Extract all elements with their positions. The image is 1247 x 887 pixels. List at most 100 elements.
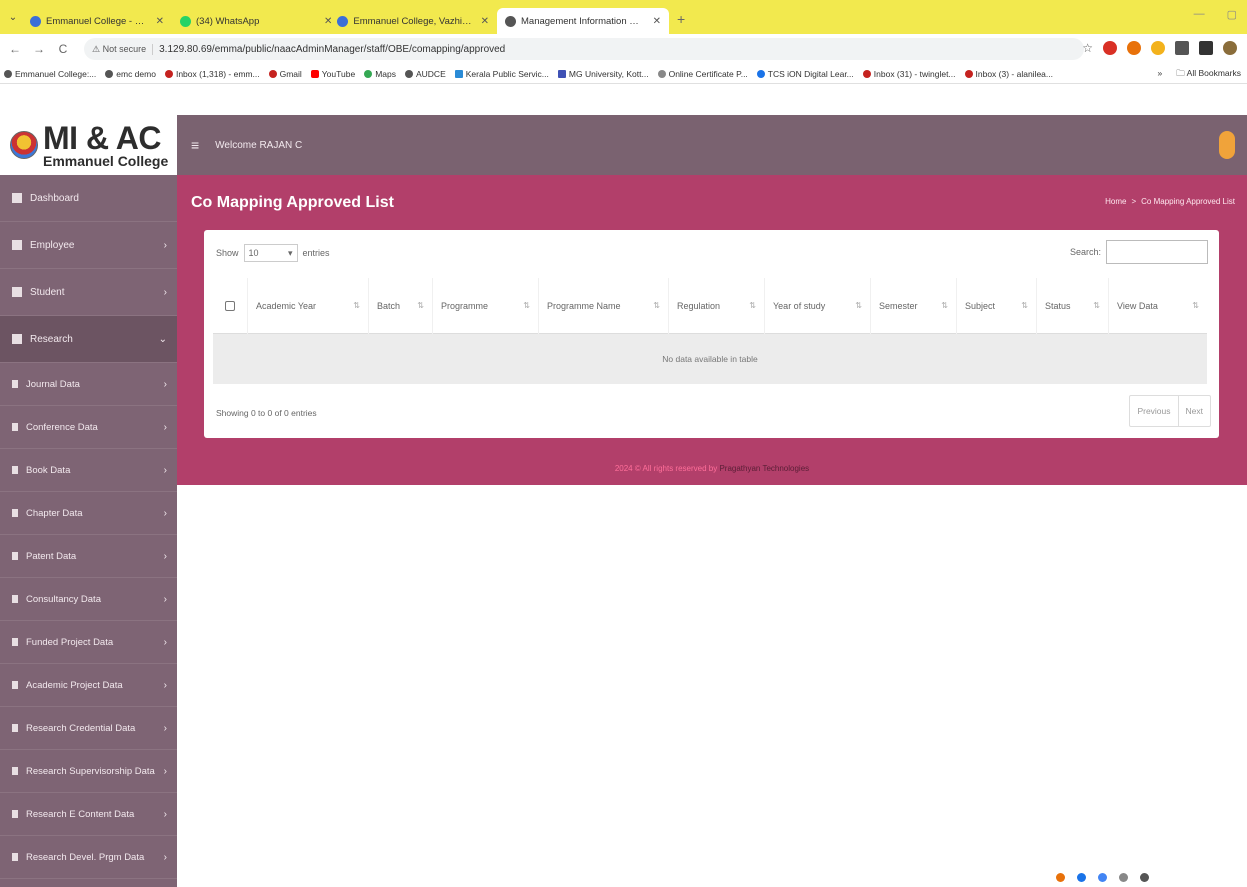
select-all-header[interactable] — [213, 277, 248, 334]
browser-tab[interactable]: (34) WhatsApp — [172, 8, 312, 34]
search-input[interactable] — [1106, 240, 1208, 264]
tab-label: Management Information and — [521, 15, 644, 27]
menu-toggle-icon[interactable]: ≡ — [191, 137, 199, 153]
bookmark-item[interactable]: Gmail — [268, 69, 302, 79]
previous-page-button[interactable]: Previous — [1130, 396, 1177, 426]
column-header-programme[interactable]: Programme ⇅ — [433, 277, 539, 334]
chevron-right-icon: › — [163, 378, 167, 390]
window-controls: — ▢ — [1194, 8, 1237, 21]
sidebar-item-research[interactable]: Research ⌄ — [0, 316, 177, 363]
top-navbar: ≡ Welcome RAJAN C — [177, 115, 1247, 175]
sidebar-subitem-funded-project[interactable]: Funded Project Data › — [0, 621, 177, 664]
not-secure-badge[interactable]: ⚠ Not secure — [92, 43, 154, 55]
bookmark-item[interactable]: YouTube — [310, 69, 355, 79]
sidebar-item-dashboard[interactable]: Dashboard — [0, 175, 177, 222]
column-label: Programme — [441, 300, 489, 311]
entries-length-select[interactable]: 10 ▾ — [243, 244, 298, 262]
tab-label: Emmanuel College - College M — [46, 15, 147, 27]
sidebar-subitem-label: Chapter Data — [26, 507, 83, 519]
column-header-status[interactable]: Status ⇅ — [1037, 277, 1109, 334]
widget-icon[interactable] — [1098, 873, 1107, 882]
widget-icon[interactable] — [1056, 873, 1065, 882]
select-all-checkbox[interactable] — [225, 300, 235, 311]
sidepanel-icon[interactable] — [1199, 41, 1213, 55]
star-icon[interactable]: ☆ — [1082, 41, 1093, 55]
browser-tab[interactable]: ✕ Emmanuel College, Vazhichal ✕ — [312, 8, 497, 34]
forward-arrow-icon[interactable]: → — [32, 42, 46, 56]
sidebar-subitem-research-supervisorship[interactable]: Research Supervisorship Data › — [0, 750, 177, 793]
column-label: Programme Name — [547, 300, 621, 311]
widget-icon[interactable] — [1077, 873, 1086, 882]
list-icon — [12, 334, 22, 344]
sidebar-subitem-research-devel-prgm[interactable]: Research Devel. Prgm Data › — [0, 836, 177, 879]
bookmark-item[interactable]: emc demo — [105, 69, 156, 79]
bookmark-item[interactable]: Inbox (1,318) - emm... — [164, 69, 260, 79]
column-header-batch[interactable]: Batch ⇅ — [369, 277, 433, 334]
extension-icon[interactable] — [1127, 41, 1141, 55]
sidebar-item-employee[interactable]: Employee › — [0, 222, 177, 269]
column-header-semester[interactable]: Semester ⇅ — [871, 277, 957, 334]
breadcrumb-home-link[interactable]: Home — [1105, 197, 1126, 206]
chevron-right-icon: › — [163, 679, 167, 691]
sidebar-subitem-patent[interactable]: Patent Data › — [0, 535, 177, 578]
all-bookmarks-button[interactable]: 🗀 All Bookmarks — [1176, 68, 1241, 82]
bookmark-item[interactable]: Maps — [364, 69, 396, 79]
column-header-subject[interactable]: Subject ⇅ — [957, 277, 1037, 334]
sort-icon: ⇅ — [941, 301, 948, 310]
sidebar-item-student[interactable]: Student › — [0, 269, 177, 316]
sidebar-subitem-academic-project[interactable]: Academic Project Data › — [0, 664, 177, 707]
bookmark-item[interactable]: MG University, Kott... — [557, 69, 649, 79]
close-icon[interactable]: ✕ — [481, 16, 489, 27]
tab-label: Emmanuel College, Vazhichal — [353, 15, 472, 27]
column-header-year-of-study[interactable]: Year of study ⇅ — [765, 277, 871, 334]
widget-icon[interactable] — [1140, 873, 1149, 882]
reload-icon[interactable]: C — [56, 42, 70, 56]
footer-company-link[interactable]: Pragathyan Technologies — [719, 464, 809, 473]
new-tab-button[interactable]: + — [677, 11, 685, 27]
column-header-regulation[interactable]: Regulation ⇅ — [669, 277, 765, 334]
column-header-view-data[interactable]: View Data ⇅ — [1109, 278, 1207, 334]
browser-tab[interactable]: Emmanuel College - College M ✕ — [22, 8, 172, 34]
sidebar-subitem-book[interactable]: Book Data › — [0, 449, 177, 492]
sidebar-subitem-conference[interactable]: Conference Data › — [0, 406, 177, 449]
list-icon — [12, 287, 22, 297]
sidebar-subitem-chapter[interactable]: Chapter Data › — [0, 492, 177, 535]
column-header-programme-name[interactable]: Programme Name ⇅ — [539, 277, 669, 334]
brand-title: MI & AC — [43, 120, 161, 156]
extension-icon[interactable] — [1151, 41, 1165, 55]
bookmark-item[interactable]: Online Certificate P... — [657, 69, 748, 79]
chevron-right-icon: › — [163, 722, 167, 734]
app-logo[interactable]: MI & AC Emmanuel College — [0, 115, 177, 175]
sidebar-subitem-consultancy[interactable]: Consultancy Data › — [0, 578, 177, 621]
browser-tab-active[interactable]: Management Information and ✕ — [497, 8, 669, 34]
close-icon[interactable]: ✕ — [324, 16, 332, 27]
tab-search-chevron-icon[interactable]: ⌄ — [4, 5, 22, 29]
tab-label: (34) WhatsApp — [196, 15, 260, 27]
user-menu-icon[interactable] — [1219, 131, 1235, 159]
bookmark-item[interactable]: Emmanuel College:... — [4, 69, 96, 79]
bookmark-item[interactable]: AUDCE — [404, 69, 446, 79]
more-bookmarks-button[interactable]: » — [1158, 68, 1163, 82]
chevron-right-icon: › — [163, 421, 167, 433]
extension-icon[interactable] — [1103, 41, 1117, 55]
close-icon[interactable]: ✕ — [653, 16, 661, 27]
extensions-puzzle-icon[interactable] — [1175, 41, 1189, 55]
maximize-icon[interactable]: ▢ — [1227, 8, 1237, 21]
bookmark-item[interactable]: Kerala Public Servic... — [454, 69, 549, 79]
close-icon[interactable]: ✕ — [156, 16, 164, 27]
bookmark-item[interactable]: TCS iON Digital Lear... — [756, 69, 854, 79]
bookmark-item[interactable]: Inbox (3) - alanilea... — [964, 69, 1053, 79]
address-bar-row: ← → C ⚠ Not secure 3.129.80.69/emma/publ… — [0, 34, 1247, 64]
sidebar-subitem-research-credential[interactable]: Research Credential Data › — [0, 707, 177, 750]
back-arrow-icon[interactable]: ← — [8, 42, 22, 56]
profile-avatar[interactable] — [1223, 41, 1237, 55]
sidebar-subitem-journal[interactable]: Journal Data › — [0, 363, 177, 406]
widget-icon[interactable] — [1119, 873, 1128, 882]
sidebar-item-label: Student — [30, 286, 65, 298]
url-input[interactable]: ⚠ Not secure 3.129.80.69/emma/public/naa… — [84, 38, 1084, 60]
minimize-icon[interactable]: — — [1194, 8, 1205, 21]
bookmark-item[interactable]: Inbox (31) - twinglet... — [862, 69, 956, 79]
column-header-academic-year[interactable]: Academic Year ⇅ — [248, 277, 369, 334]
sidebar-subitem-research-econtent[interactable]: Research E Content Data › — [0, 793, 177, 836]
next-page-button[interactable]: Next — [1177, 396, 1210, 426]
